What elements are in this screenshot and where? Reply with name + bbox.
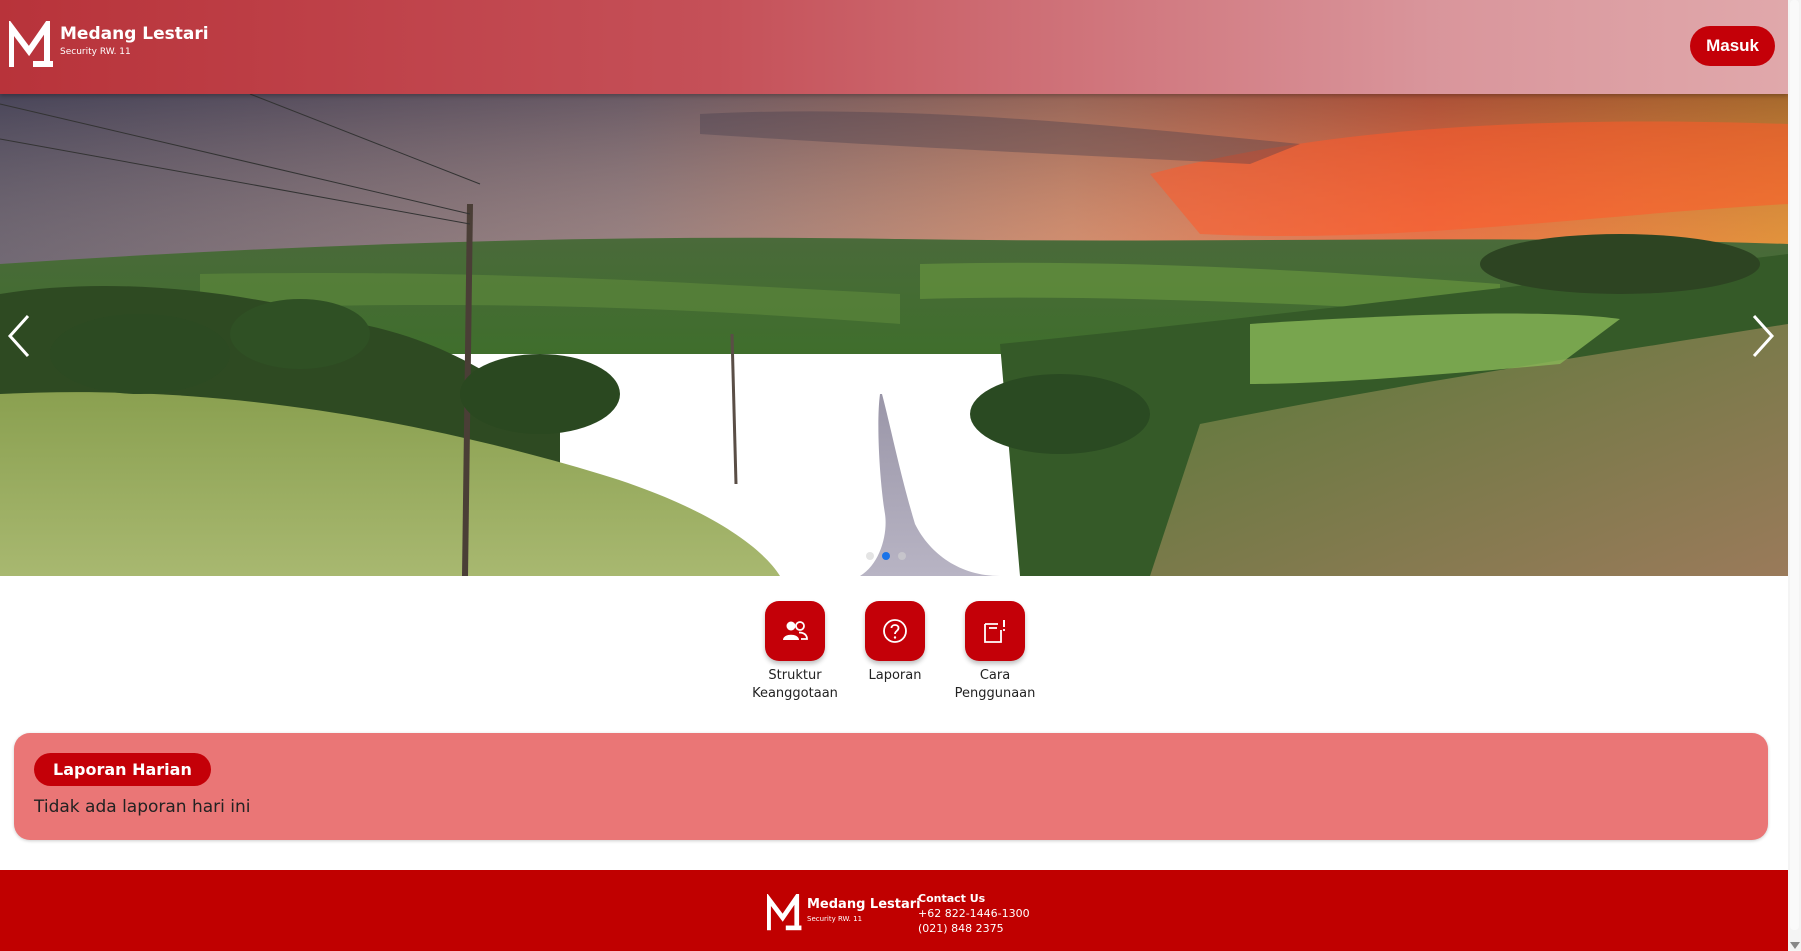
menu-icon-button[interactable] bbox=[865, 601, 925, 661]
carousel-prev-button[interactable] bbox=[0, 306, 40, 366]
carousel-dot-1[interactable] bbox=[866, 552, 874, 560]
menu-item-laporan[interactable]: Laporan bbox=[840, 601, 950, 685]
hero-carousel bbox=[0, 94, 1788, 576]
page-scrollbar[interactable] bbox=[1788, 0, 1801, 951]
footer-brand-name: Medang Lestari bbox=[807, 897, 921, 912]
menu-label: Laporan bbox=[868, 668, 922, 683]
carousel-next-button[interactable] bbox=[1742, 306, 1782, 366]
brand-logo[interactable]: Medang Lestari Security RW. 11 bbox=[9, 21, 209, 71]
logo-mark-icon bbox=[9, 21, 53, 67]
logo-mark-icon bbox=[766, 889, 802, 931]
users-icon bbox=[783, 621, 808, 640]
contact-phone-mobile[interactable]: +62 822-1446-1300 bbox=[918, 906, 1030, 921]
footer-logo[interactable]: Medang Lestari Security RW. 11 bbox=[766, 889, 921, 934]
login-button[interactable]: Masuk bbox=[1690, 26, 1775, 66]
contact-phone-landline[interactable]: (021) 848 2375 bbox=[918, 921, 1030, 936]
footer-brand-subtitle: Security RW. 11 bbox=[807, 915, 863, 923]
report-title-badge: Laporan Harian bbox=[34, 753, 211, 786]
scroll-down-arrow-icon[interactable] bbox=[1790, 942, 1800, 949]
chevron-right-icon bbox=[1752, 314, 1775, 358]
landscape-image bbox=[0, 94, 1788, 576]
quick-menu: Struktur Keanggotaan Laporan Cara Penggu… bbox=[740, 601, 1060, 711]
menu-label: Cara Penggunaan bbox=[954, 668, 1036, 701]
scrollbar-thumb[interactable] bbox=[1790, 0, 1799, 930]
menu-icon-button[interactable] bbox=[965, 601, 1025, 661]
menu-item-cara-penggunaan[interactable]: Cara Penggunaan bbox=[940, 601, 1050, 703]
menu-item-struktur[interactable]: Struktur Keanggotaan bbox=[740, 601, 850, 703]
report-empty-text: Tidak ada laporan hari ini bbox=[34, 797, 251, 817]
menu-label: Struktur Keanggotaan bbox=[752, 668, 838, 701]
contact-title: Contact Us bbox=[918, 892, 986, 905]
chevron-left-icon bbox=[7, 314, 30, 358]
carousel-dot-3[interactable] bbox=[898, 552, 906, 560]
question-circle-icon bbox=[883, 619, 907, 643]
page: Medang Lestari Security RW. 11 Masuk Str… bbox=[0, 0, 1788, 951]
carousel-indicators bbox=[866, 552, 906, 560]
contact-info: Contact Us +62 822-1446-1300 (021) 848 2… bbox=[918, 891, 1030, 936]
top-header: Medang Lestari Security RW. 11 Masuk bbox=[0, 0, 1788, 94]
brand-subtitle: Security RW. 11 bbox=[60, 47, 131, 57]
menu-icon-button[interactable] bbox=[765, 601, 825, 661]
brand-name: Medang Lestari bbox=[60, 24, 209, 44]
footer: Medang Lestari Security RW. 11 Contact U… bbox=[0, 870, 1788, 951]
carousel-dot-2[interactable] bbox=[882, 552, 890, 560]
note-alert-icon bbox=[984, 620, 1006, 643]
daily-report-card: Laporan Harian Tidak ada laporan hari in… bbox=[14, 733, 1768, 840]
